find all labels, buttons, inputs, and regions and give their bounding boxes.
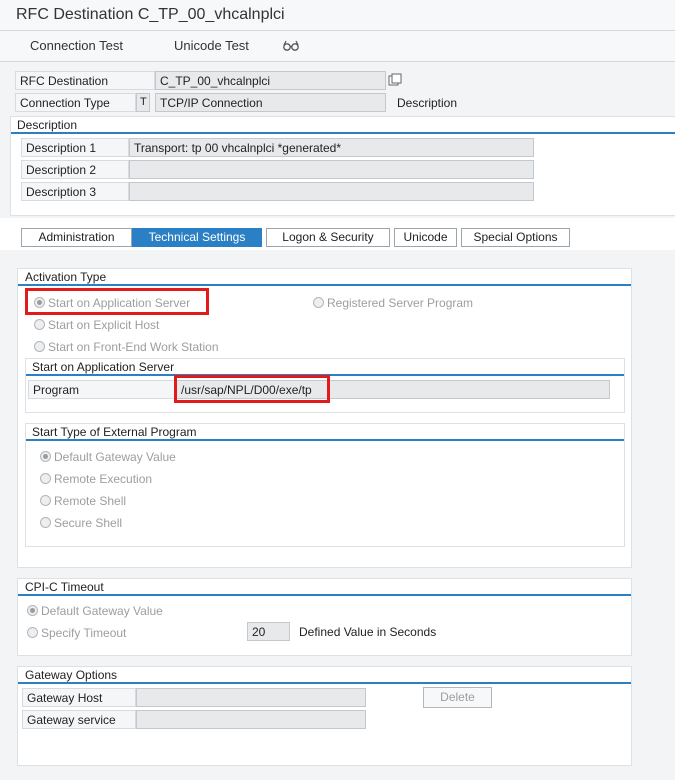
start-type-subsection-title: Start Type of External Program bbox=[26, 423, 624, 441]
radio-specify-timeout[interactable]: Specify Timeout bbox=[27, 625, 126, 640]
cpic-timeout-title: CPI-C Timeout bbox=[18, 578, 631, 596]
radio-specify-timeout-label: Specify Timeout bbox=[41, 625, 127, 640]
description-label: Description bbox=[397, 96, 458, 110]
radio-indicator[interactable] bbox=[313, 297, 324, 309]
activation-type-title: Activation Type bbox=[18, 268, 631, 286]
gateway-service-label: Gateway service bbox=[22, 710, 136, 729]
defined-value-label: Defined Value in Seconds bbox=[299, 625, 437, 639]
radio-secure-shell-label: Secure Shell bbox=[54, 515, 123, 530]
radio-explicit-host-label: Start on Explicit Host bbox=[48, 317, 160, 332]
radio-front-end[interactable]: Start on Front-End Work Station bbox=[34, 339, 219, 354]
radio-secure-shell[interactable]: Secure Shell bbox=[40, 515, 122, 530]
tab-technical-settings[interactable]: Technical Settings bbox=[132, 228, 262, 247]
highlight-box-program bbox=[174, 375, 330, 403]
description-section-title: Description bbox=[11, 116, 675, 134]
glasses-icon[interactable] bbox=[282, 38, 300, 57]
radio-indicator[interactable] bbox=[27, 605, 38, 617]
tab-administration[interactable]: Administration bbox=[21, 228, 132, 247]
connection-type-label: Connection Type bbox=[15, 93, 136, 112]
radio-cpic-default-label: Default Gateway Value bbox=[41, 603, 163, 618]
radio-default-gateway[interactable]: Default Gateway Value bbox=[40, 449, 176, 464]
radio-explicit-host[interactable]: Start on Explicit Host bbox=[34, 317, 159, 332]
radio-indicator[interactable] bbox=[40, 451, 51, 463]
timeout-value-field[interactable]: 20 bbox=[247, 622, 290, 641]
radio-indicator[interactable] bbox=[27, 627, 38, 639]
page-title: RFC Destination C_TP_00_vhcalnplci bbox=[16, 6, 285, 23]
description-3-label: Description 3 bbox=[21, 182, 129, 201]
radio-remote-shell[interactable]: Remote Shell bbox=[40, 493, 126, 508]
description-2-field[interactable] bbox=[129, 160, 534, 179]
radio-indicator[interactable] bbox=[40, 517, 51, 529]
app-server-subsection-title: Start on Application Server bbox=[26, 358, 624, 376]
radio-indicator[interactable] bbox=[40, 495, 51, 507]
radio-front-end-label: Start on Front-End Work Station bbox=[48, 339, 219, 354]
radio-indicator[interactable] bbox=[34, 341, 45, 353]
unicode-test-button[interactable]: Unicode Test bbox=[174, 38, 249, 53]
connection-type-field: TCP/IP Connection bbox=[155, 93, 386, 112]
radio-indicator[interactable] bbox=[40, 473, 51, 485]
highlight-box-app-server bbox=[25, 288, 209, 315]
radio-default-gateway-label: Default Gateway Value bbox=[54, 449, 176, 464]
gateway-host-field[interactable] bbox=[136, 688, 366, 707]
connection-type-code[interactable]: T bbox=[136, 93, 150, 112]
gateway-service-field[interactable] bbox=[136, 710, 366, 729]
tab-logon-security[interactable]: Logon & Security bbox=[266, 228, 390, 247]
rfc-destination-field[interactable]: C_TP_00_vhcalnplci bbox=[155, 71, 386, 90]
radio-remote-execution-label: Remote Execution bbox=[54, 471, 153, 486]
program-label: Program bbox=[28, 380, 176, 399]
radio-indicator[interactable] bbox=[34, 319, 45, 331]
delete-button[interactable]: Delete bbox=[423, 687, 492, 708]
rfc-destination-label: RFC Destination bbox=[15, 71, 155, 90]
gateway-host-label: Gateway Host bbox=[22, 688, 136, 707]
radio-registered-server[interactable]: Registered Server Program bbox=[313, 295, 473, 310]
description-1-field[interactable]: Transport: tp 00 vhcalnplci *generated* bbox=[129, 138, 534, 157]
radio-remote-shell-label: Remote Shell bbox=[54, 493, 127, 508]
description-3-field[interactable] bbox=[129, 182, 534, 201]
radio-registered-server-label: Registered Server Program bbox=[327, 295, 474, 310]
radio-remote-execution[interactable]: Remote Execution bbox=[40, 471, 152, 486]
radio-cpic-default[interactable]: Default Gateway Value bbox=[27, 603, 163, 618]
description-2-label: Description 2 bbox=[21, 160, 129, 179]
tab-special-options[interactable]: Special Options bbox=[461, 228, 570, 247]
tab-unicode[interactable]: Unicode bbox=[394, 228, 457, 247]
description-1-label: Description 1 bbox=[21, 138, 129, 157]
copy-icon[interactable] bbox=[388, 73, 402, 90]
connection-test-button[interactable]: Connection Test bbox=[30, 38, 123, 53]
gateway-options-title: Gateway Options bbox=[18, 666, 631, 684]
